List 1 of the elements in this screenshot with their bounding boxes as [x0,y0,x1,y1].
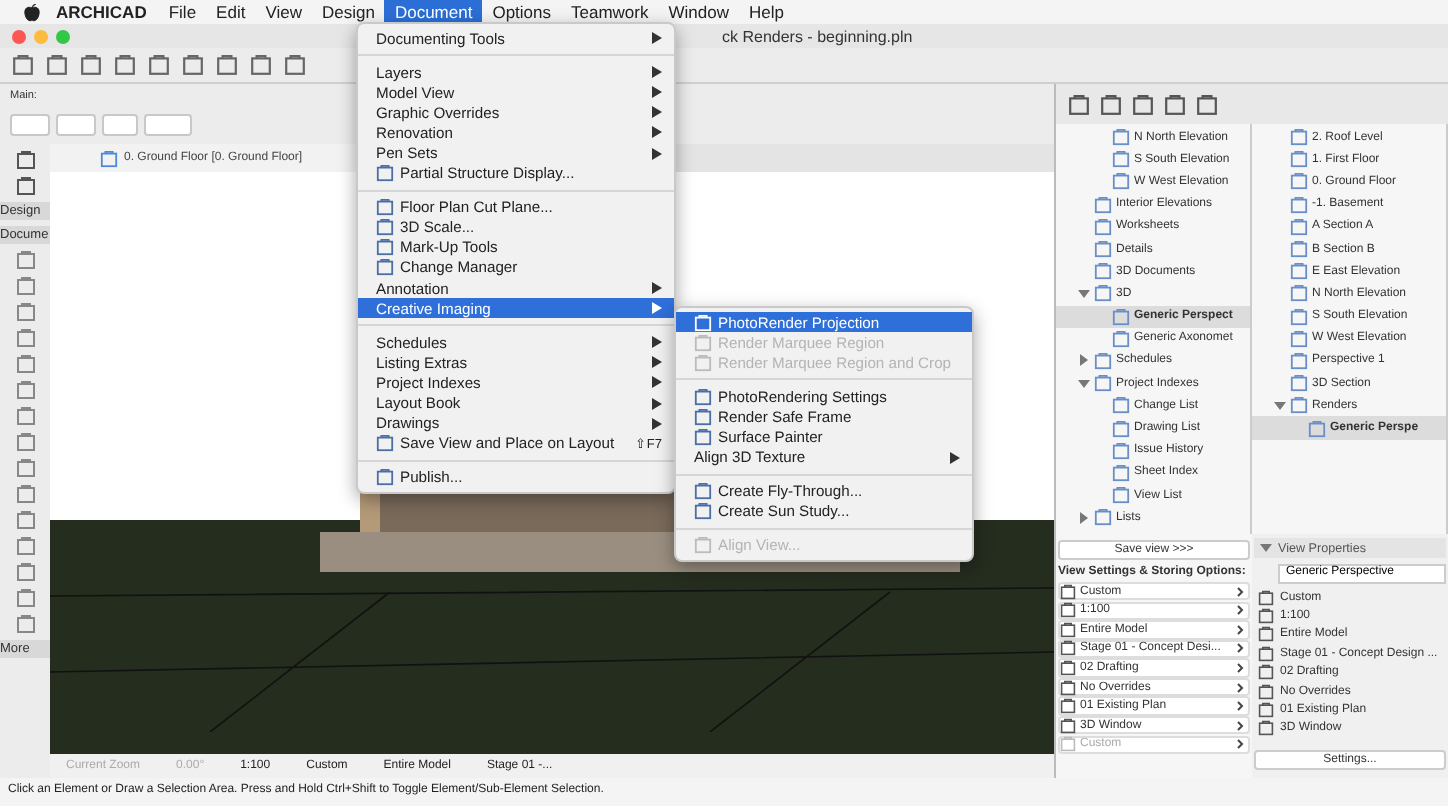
window-title: ck Renders - beginning.pln [722,27,913,45]
